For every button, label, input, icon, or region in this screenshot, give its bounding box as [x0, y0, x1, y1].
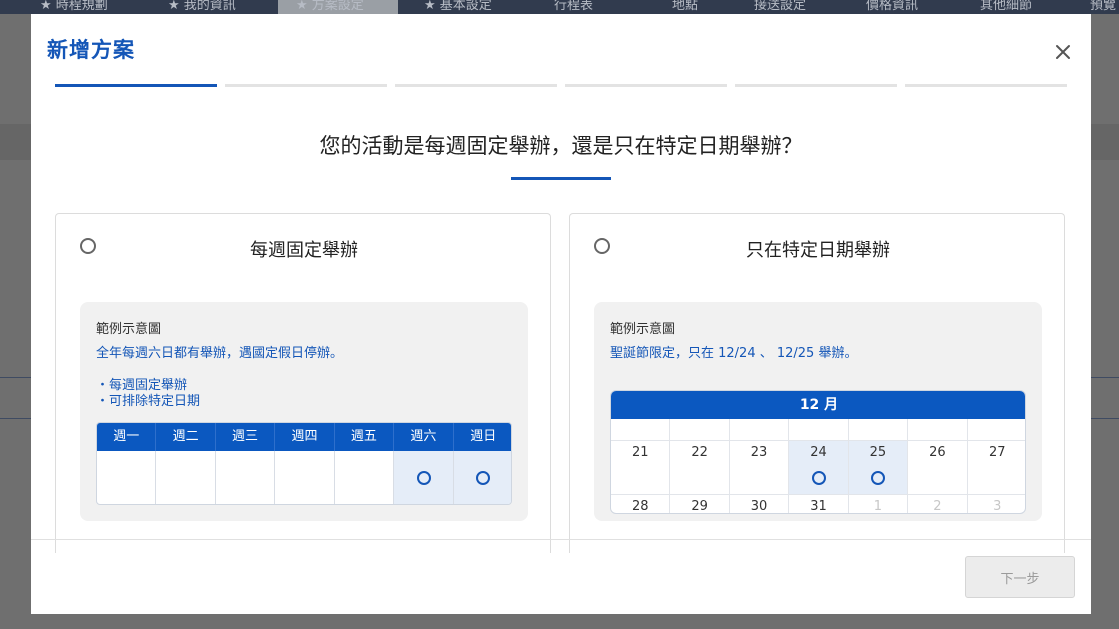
calendar-day-number: 22 [691, 445, 708, 460]
calendar-day: 24 [789, 441, 849, 495]
calendar-day-number: 1 [873, 499, 883, 514]
weekday-cell [335, 451, 395, 504]
weekday-header: 週日 [470, 429, 497, 444]
weekday-cell [394, 451, 454, 504]
calendar-day: 22 [670, 441, 730, 495]
calendar-day-number: 26 [929, 445, 946, 460]
weekday-header: 週四 [275, 423, 335, 451]
background-nav-item: 地點 [672, 0, 699, 13]
step-indicator [735, 84, 897, 87]
step-indicator [395, 84, 557, 87]
calendar-day [908, 419, 968, 441]
calendar-day [729, 419, 790, 441]
selected-date-marker [871, 471, 886, 485]
weekday-header: 週五 [335, 423, 395, 451]
calendar-day-number: 24 [810, 445, 827, 460]
bullet-item: ・可排除特定日期 [96, 394, 201, 409]
footer-divider [31, 539, 1091, 540]
example-label: 範例示意圖 [96, 322, 162, 337]
calendar-day: 31 [789, 495, 849, 514]
background-nav-item: 接送設定 [754, 0, 807, 13]
calendar-day: 3 [968, 495, 1025, 514]
calendar-month: 12 月 [611, 391, 1025, 419]
calendar-day-number: 30 [750, 499, 768, 514]
calendar-day [670, 419, 730, 441]
step-indicator [55, 84, 217, 87]
selected-day-marker [476, 471, 491, 485]
modal-title: 新增方案 [47, 38, 135, 62]
add-plan-modal: 新增方案 您的活動是每週固定舉辦，還是只在特定日期舉辦？ 每週固定舉辦 範例示意… [31, 14, 1091, 614]
weekday-header: 週二 [156, 423, 216, 451]
calendar-day-number: 25 [869, 445, 887, 460]
calendar-day-number: 28 [631, 499, 649, 514]
calendar-day-number: 3 [993, 499, 1002, 514]
weekly-option-card[interactable]: 每週固定舉辦 範例示意圖 全年每週六日都有舉辦，遇國定假日停辦。 ・每週固定舉辦… [55, 213, 551, 553]
weekly-example: 範例示意圖 全年每週六日都有舉辦，遇國定假日停辦。 ・每週固定舉辦 ・可排除特定… [80, 302, 528, 521]
question-underline [511, 177, 611, 180]
selected-day-marker [416, 471, 431, 485]
weekday-header: 週三 [216, 423, 276, 451]
weekday-cell [97, 451, 157, 504]
specific-dates-option-title: 只在特定日期舉辦 [746, 240, 890, 261]
close-icon [1056, 45, 1070, 59]
step-indicator [565, 84, 727, 87]
background-nav-bar: ★ 時程規劃 ★ 我的資訊 ★ 方案設定 ★ 基本設定 行程表 地點 接送設定 … [0, 0, 1119, 14]
calendar-day: 30 [730, 495, 790, 514]
weekday-cell [453, 451, 511, 504]
weekly-table-header: 週一 週二 週三 週四 週五 週六 週日 [97, 423, 511, 451]
calendar-day: 26 [908, 441, 968, 495]
calendar-day-number: 2 [933, 499, 942, 514]
calendar-day-number: 23 [750, 445, 768, 460]
calendar-day: 27 [967, 441, 1025, 495]
calendar-day: 21 [611, 441, 671, 495]
calendar-day: 28 [611, 495, 671, 514]
calendar-day: 1 [849, 495, 909, 514]
calendar-day [967, 419, 1025, 441]
background-nav-item: 價格資訊 [866, 0, 919, 13]
calendar-day-number: 27 [989, 445, 1006, 460]
calendar-day: 25 [848, 441, 909, 495]
calendar-day [611, 419, 671, 441]
specific-dates-example: 範例示意圖 聖誕節限定，只在 12/24 、 12/25 舉辦。 12 月 21… [594, 302, 1042, 521]
calendar-day-number: 31 [810, 499, 827, 514]
example-label: 範例示意圖 [610, 322, 676, 337]
calendar-day [789, 419, 849, 441]
calendar-day-number: 29 [691, 499, 708, 514]
example-description: 全年每週六日都有舉辦，遇國定假日停辦。 [96, 346, 344, 361]
selected-date-marker [811, 471, 826, 485]
background-nav-item: ★ 方案設定 [296, 0, 364, 13]
calendar-day: 2 [908, 495, 968, 514]
weekday-header: 週六 [394, 423, 454, 451]
specific-dates-option-card[interactable]: 只在特定日期舉辦 範例示意圖 聖誕節限定，只在 12/24 、 12/25 舉辦… [569, 213, 1065, 553]
background-nav-item: ★ 基本設定 [424, 0, 492, 13]
close-button[interactable] [1047, 36, 1079, 68]
calendar: 12 月 21 22 23 24 25 26 27 28 29 30 31 1 2 3 [610, 390, 1026, 514]
step-indicator [225, 84, 387, 87]
weekday-cell [275, 451, 335, 504]
calendar-day-number: 21 [631, 445, 649, 460]
weekly-table: 週一 週二 週三 週四 週五 週六 週日 [96, 422, 512, 505]
weekday-cell [216, 451, 276, 504]
weekly-option-title: 每週固定舉辦 [250, 240, 358, 261]
weekday-header: 週一 [97, 423, 157, 451]
background-nav-item: ★ 時程規劃 [40, 0, 108, 13]
background-nav-item: 行程表 [554, 0, 594, 13]
calendar-day: 23 [729, 441, 790, 495]
background-nav-item: 其他細節 [980, 0, 1033, 13]
example-description: 聖誕節限定，只在 12/24 、 12/25 舉辦。 [610, 346, 858, 361]
background-nav-item: ★ 我的資訊 [168, 0, 236, 13]
schedule-question: 您的活動是每週固定舉辦，還是只在特定日期舉辦？ [319, 134, 803, 158]
calendar-day [848, 419, 909, 441]
background-nav-item: 預覽 [1090, 0, 1117, 13]
weekday-cell [156, 451, 216, 504]
calendar-day: 29 [670, 495, 730, 514]
next-button[interactable]: 下一步 [965, 556, 1075, 598]
step-indicator [905, 84, 1067, 87]
